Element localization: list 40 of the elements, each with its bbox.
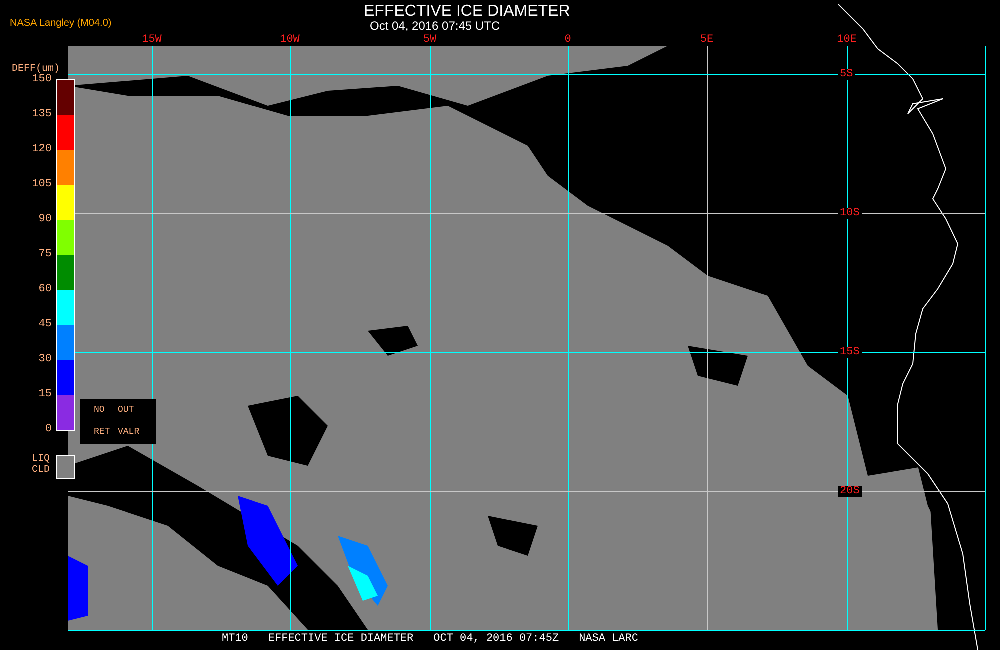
legend-label: NO <box>94 404 106 416</box>
scale-value: 0 <box>45 424 52 436</box>
scale-value: 90 <box>38 214 52 226</box>
legend-label: VALR <box>118 426 141 439</box>
scale-value: 150 <box>32 74 52 86</box>
ice-cloud-patch <box>68 556 88 621</box>
longitude-label: 10E <box>837 35 857 46</box>
longitude-label: 15W <box>142 35 162 46</box>
map-title: EFFECTIVE ICE DIAMETER <box>364 2 570 22</box>
clear-sky-area <box>688 346 748 386</box>
legend-label: OUT <box>118 404 136 416</box>
legend-label: RET <box>94 426 112 439</box>
scale-value: 15 <box>38 390 52 400</box>
footer-label: NASA LARC <box>579 634 638 645</box>
legend-title: DEFF(um) <box>12 62 60 75</box>
scale-value: 135 <box>32 110 52 120</box>
map-datetime: Oct 04, 2016 07:45 UTC <box>370 19 500 33</box>
scale-value: 60 <box>38 284 52 296</box>
latitude-label: 10S <box>838 208 862 220</box>
footer-label: EFFECTIVE ICE DIAMETER <box>268 634 414 645</box>
legend-label: CLD <box>32 465 50 476</box>
latitude-label: 15S <box>838 348 862 358</box>
longitude-label: 5W <box>423 35 437 46</box>
clear-sky-area <box>488 516 538 556</box>
latitude-label: 20S <box>838 486 862 498</box>
footer-label: OCT 04, 2016 07:45Z <box>434 634 560 645</box>
legend-label: LIQ <box>32 454 50 465</box>
scale-value: 30 <box>38 354 52 366</box>
scale-value: 120 <box>32 144 52 156</box>
scale-value: 75 <box>38 250 52 260</box>
longitude-label: 0 <box>564 35 572 46</box>
longitude-label: 5E <box>700 35 714 46</box>
clear-sky-area <box>368 326 418 356</box>
ice-cloud-patch <box>338 536 388 606</box>
scale-value: 45 <box>38 320 52 330</box>
latitude-label: 5S <box>838 70 856 80</box>
scale-value: 105 <box>32 180 52 190</box>
source-label: NASA Langley (M04.0) <box>10 17 112 31</box>
longitude-label: 10W <box>280 35 300 46</box>
footer-label: MT10 <box>222 634 248 645</box>
